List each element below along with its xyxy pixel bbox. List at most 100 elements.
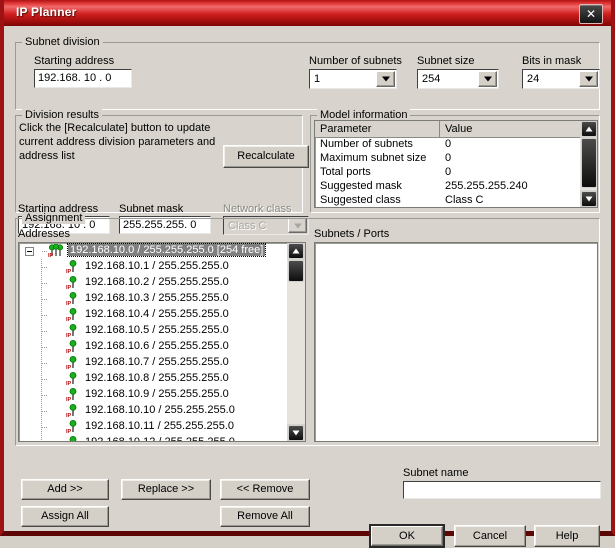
title-bar[interactable]: IP Planner ✕ bbox=[4, 0, 611, 27]
column-header-value[interactable]: Value bbox=[440, 121, 597, 137]
cell-parameter: Suggested class bbox=[320, 194, 401, 206]
scroll-up-button[interactable] bbox=[288, 243, 304, 259]
table-row[interactable]: Total ports 0 bbox=[315, 166, 597, 180]
tree-node-address[interactable]: IP 192.168.10.7 / 255.255.255.0 bbox=[19, 355, 287, 371]
tree-node-address[interactable]: IP 192.168.10.6 / 255.255.255.0 bbox=[19, 339, 287, 355]
addresses-tree-body[interactable]: IP 192.168.10.0 / 255.255.255.0 [254 free… bbox=[19, 243, 287, 441]
ip-pin-icon: IP bbox=[66, 436, 80, 441]
remove-button-label: << Remove bbox=[236, 483, 294, 495]
ok-button[interactable]: OK bbox=[369, 524, 445, 548]
expand-collapse-icon[interactable] bbox=[25, 247, 34, 256]
cell-value: 255.255.255.240 bbox=[445, 180, 528, 192]
tree-node-label: 192.168.10.6 / 255.255.255.0 bbox=[85, 340, 229, 352]
tree-connector bbox=[42, 379, 48, 380]
tree-node-address[interactable]: IP 192.168.10.12 / 255.255.255.0 bbox=[19, 435, 287, 441]
ip-pin-icon: IP bbox=[66, 404, 80, 419]
network-class-label: Network class bbox=[223, 203, 292, 215]
tree-node-label: 192.168.10.9 / 255.255.255.0 bbox=[85, 388, 229, 400]
close-button[interactable]: ✕ bbox=[579, 4, 603, 24]
scrollbar-track[interactable] bbox=[287, 260, 305, 424]
tree-connector bbox=[42, 283, 48, 284]
model-info-header: Parameter Value bbox=[315, 121, 597, 138]
column-header-parameter[interactable]: Parameter bbox=[315, 121, 440, 137]
chevron-down-icon[interactable] bbox=[376, 71, 395, 87]
help-button[interactable]: Help bbox=[534, 525, 600, 547]
tree-node-address[interactable]: IP 192.168.10.11 / 255.255.255.0 bbox=[19, 419, 287, 435]
bits-in-mask-value: 24 bbox=[527, 73, 540, 85]
model-info-scrollbar[interactable] bbox=[580, 121, 597, 207]
table-row[interactable]: Number of subnets 0 bbox=[315, 138, 597, 152]
svg-text:IP: IP bbox=[66, 381, 72, 386]
assign-all-button[interactable]: Assign All bbox=[21, 506, 109, 527]
ip-pin-icon: IP bbox=[66, 420, 80, 435]
svg-text:IP: IP bbox=[66, 413, 72, 418]
ip-pin-icon: IP bbox=[66, 292, 80, 307]
subnet-size-select[interactable]: 254 bbox=[417, 69, 499, 89]
scroll-up-button[interactable] bbox=[581, 121, 597, 137]
subnets-ports-label: Subnets / Ports bbox=[314, 228, 390, 240]
svg-text:IP: IP bbox=[66, 397, 72, 402]
ip-pin-icon: IP bbox=[66, 340, 80, 355]
tree-connector bbox=[42, 347, 48, 348]
subnets-ports-list[interactable] bbox=[314, 242, 598, 442]
bits-in-mask-select[interactable]: 24 bbox=[522, 69, 600, 89]
table-row[interactable]: Suggested mask 255.255.255.240 bbox=[315, 180, 597, 194]
ip-pin-icon: IP bbox=[66, 356, 80, 371]
recalculate-hint-line1: Click the [Recalculate] button to update bbox=[19, 122, 211, 134]
tree-connector bbox=[42, 331, 48, 332]
chevron-down-icon[interactable] bbox=[478, 71, 497, 87]
table-row[interactable]: Maximum subnet size 0 bbox=[315, 152, 597, 166]
svg-text:IP: IP bbox=[48, 253, 54, 258]
tree-node-label: 192.168.10.8 / 255.255.255.0 bbox=[85, 372, 229, 384]
close-icon: ✕ bbox=[585, 7, 597, 21]
chevron-down-icon[interactable] bbox=[579, 71, 598, 87]
tree-node-address[interactable]: IP 192.168.10.10 / 255.255.255.0 bbox=[19, 403, 287, 419]
cancel-button[interactable]: Cancel bbox=[454, 525, 526, 547]
number-of-subnets-value: 1 bbox=[314, 73, 321, 85]
table-row[interactable]: Suggested class Class C bbox=[315, 194, 597, 207]
remove-button[interactable]: << Remove bbox=[220, 479, 310, 500]
tree-node-address[interactable]: IP 192.168.10.1 / 255.255.255.0 bbox=[19, 259, 287, 275]
ip-pin-icon: IP bbox=[66, 372, 80, 387]
model-info-grid: Parameter Value Number of subnets 0 Maxi… bbox=[315, 121, 597, 207]
tree-node-address[interactable]: IP 192.168.10.4 / 255.255.255.0 bbox=[19, 307, 287, 323]
add-button-label: Add >> bbox=[47, 483, 83, 495]
subnet-size-value: 254 bbox=[422, 73, 441, 85]
scrollbar-thumb[interactable] bbox=[288, 260, 304, 282]
ip-planner-window: IP Planner ✕ Subnet division Starting ad… bbox=[0, 0, 615, 548]
starting-address-input-top[interactable]: 192.168. 10 . 0 bbox=[34, 69, 132, 88]
svg-text:IP: IP bbox=[66, 285, 72, 290]
replace-button[interactable]: Replace >> bbox=[121, 479, 211, 500]
tree-node-address[interactable]: IP 192.168.10.3 / 255.255.255.0 bbox=[19, 291, 287, 307]
tree-node-address[interactable]: IP 192.168.10.5 / 255.255.255.0 bbox=[19, 323, 287, 339]
tree-node-address[interactable]: IP 192.168.10.8 / 255.255.255.0 bbox=[19, 371, 287, 387]
cell-parameter: Maximum subnet size bbox=[320, 152, 427, 164]
tree-node-address[interactable]: IP 192.168.10.2 / 255.255.255.0 bbox=[19, 275, 287, 291]
addresses-scrollbar[interactable] bbox=[287, 243, 305, 441]
ok-button-label: OK bbox=[399, 530, 415, 542]
tree-node-root[interactable]: IP 192.168.10.0 / 255.255.255.0 [254 free… bbox=[19, 243, 287, 259]
subnet-name-input[interactable] bbox=[403, 481, 601, 499]
svg-text:IP: IP bbox=[66, 365, 72, 370]
number-of-subnets-select[interactable]: 1 bbox=[309, 69, 397, 89]
tree-node-label: 192.168.10.12 / 255.255.255.0 bbox=[85, 436, 235, 441]
tree-node-address[interactable]: IP 192.168.10.9 / 255.255.255.0 bbox=[19, 387, 287, 403]
recalculate-button-label: Recalculate bbox=[237, 150, 295, 162]
ip-group-icon: IP bbox=[48, 243, 64, 259]
cell-value: 0 bbox=[445, 138, 452, 150]
scroll-down-button[interactable] bbox=[288, 425, 304, 441]
tree-connector bbox=[42, 427, 48, 428]
add-button[interactable]: Add >> bbox=[21, 479, 109, 500]
assign-all-button-label: Assign All bbox=[41, 510, 89, 522]
cancel-button-label: Cancel bbox=[472, 530, 508, 542]
cell-value: Class C bbox=[445, 194, 484, 206]
remove-all-button[interactable]: Remove All bbox=[220, 506, 310, 527]
model-information-table[interactable]: Parameter Value Number of subnets 0 Maxi… bbox=[314, 120, 598, 208]
addresses-tree[interactable]: IP 192.168.10.0 / 255.255.255.0 [254 free… bbox=[18, 242, 306, 442]
svg-text:IP: IP bbox=[66, 429, 72, 434]
scrollbar-thumb[interactable] bbox=[581, 138, 597, 188]
recalculate-button[interactable]: Recalculate bbox=[223, 145, 309, 168]
tree-connector bbox=[42, 395, 48, 396]
model-info-rows: Number of subnets 0 Maximum subnet size … bbox=[315, 138, 597, 207]
scroll-down-button[interactable] bbox=[581, 191, 597, 207]
